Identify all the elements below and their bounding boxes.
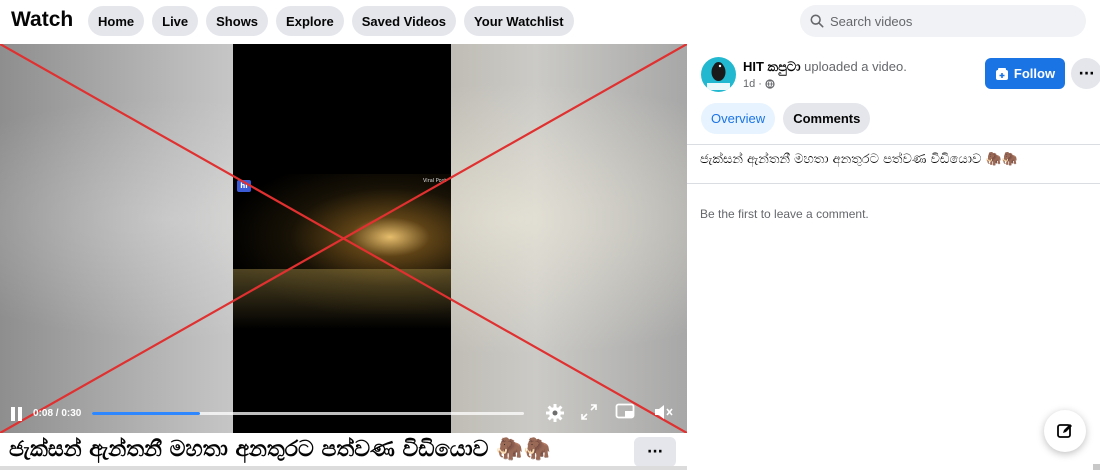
post-meta: 1d · (743, 78, 775, 90)
player-controls: 0:08 / 0:30 (0, 400, 687, 433)
tab-comments[interactable]: Comments (783, 103, 871, 134)
nav-saved-videos[interactable]: Saved Videos (351, 6, 457, 36)
search-box[interactable] (800, 5, 1086, 37)
title-more-button[interactable]: ··· (634, 437, 676, 467)
watch-nav: Home Live Shows Explore Saved Videos You… (88, 6, 574, 36)
nav-home[interactable]: Home (88, 6, 145, 36)
nav-your-watchlist[interactable]: Your Watchlist (464, 6, 574, 36)
fullscreen-icon[interactable] (580, 403, 598, 421)
follow-label: Follow (1013, 66, 1056, 81)
post-action: uploaded a video. (804, 59, 907, 74)
nav-live[interactable]: Live (152, 6, 199, 36)
edit-icon (1057, 424, 1072, 438)
mute-icon[interactable] (653, 403, 675, 421)
post-age[interactable]: 1d · (743, 78, 762, 90)
miniplayer-icon[interactable] (615, 403, 635, 421)
top-bar: Watch Home Live Shows Explore Saved Vide… (0, 0, 1100, 44)
video-title: ජැක්සන් ඇන්තනී මහතා අනතුරට පත්වණ විඩියොව… (9, 437, 551, 462)
post-description: ජැක්සන් ඇන්තනී මහතා අනතුරට පත්වණ විඩියොව… (700, 152, 1018, 167)
seek-progress (92, 412, 200, 415)
post-tabs: Overview Comments (701, 103, 871, 134)
nav-shows[interactable]: Shows (206, 6, 269, 36)
vertical-scrollbar[interactable] (1093, 464, 1100, 470)
search-input[interactable] (830, 13, 1070, 29)
divider (687, 144, 1100, 145)
page-title: Watch (11, 8, 74, 31)
seek-bar[interactable] (92, 412, 524, 415)
follow-button[interactable]: Follow (985, 58, 1065, 89)
compose-button[interactable] (1044, 410, 1086, 452)
post-panel: HIT කපුටා uploaded a video. 1d · Follow … (687, 44, 1100, 470)
more-options-button[interactable]: ··· (1071, 58, 1100, 89)
follow-icon (995, 67, 1008, 80)
crow-icon (707, 62, 730, 90)
nav-explore[interactable]: Explore (276, 6, 344, 36)
settings-icon[interactable] (545, 403, 565, 423)
tab-overview[interactable]: Overview (701, 103, 776, 134)
divider (687, 183, 1100, 184)
video-player[interactable]: hi Viral Post 0:08 / 0:30 (0, 44, 687, 433)
empty-comments-text: Be the first to leave a comment. (700, 207, 869, 221)
search-icon (810, 14, 824, 28)
post-header: HIT කපුටා uploaded a video. (743, 59, 907, 75)
pause-icon[interactable] (10, 406, 24, 422)
page-avatar[interactable] (701, 57, 736, 92)
page-name[interactable]: HIT කපුටා (743, 59, 801, 74)
globe-icon (765, 79, 775, 89)
video-time: 0:08 / 0:30 (33, 408, 82, 419)
cross-overlay (0, 44, 687, 433)
